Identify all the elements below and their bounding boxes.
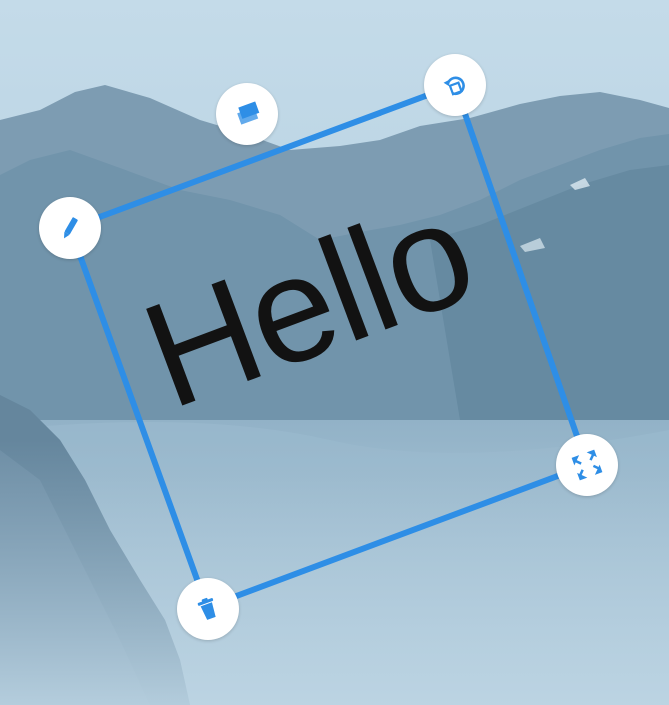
trash-icon <box>197 597 216 620</box>
resize-handle-button[interactable] <box>556 434 618 496</box>
rotate-icon <box>443 76 465 96</box>
photo-editor-canvas[interactable]: Hello <box>0 0 669 705</box>
pencil-icon <box>64 217 78 239</box>
layer-handle-button[interactable] <box>216 83 278 145</box>
expand-arrows-icon <box>571 449 603 481</box>
layers-icon <box>237 101 260 125</box>
rotate-handle-button[interactable] <box>424 54 486 116</box>
edit-handle-button[interactable] <box>39 197 101 259</box>
delete-handle-button[interactable] <box>177 578 239 640</box>
text-sticker[interactable]: Hello <box>0 0 669 705</box>
